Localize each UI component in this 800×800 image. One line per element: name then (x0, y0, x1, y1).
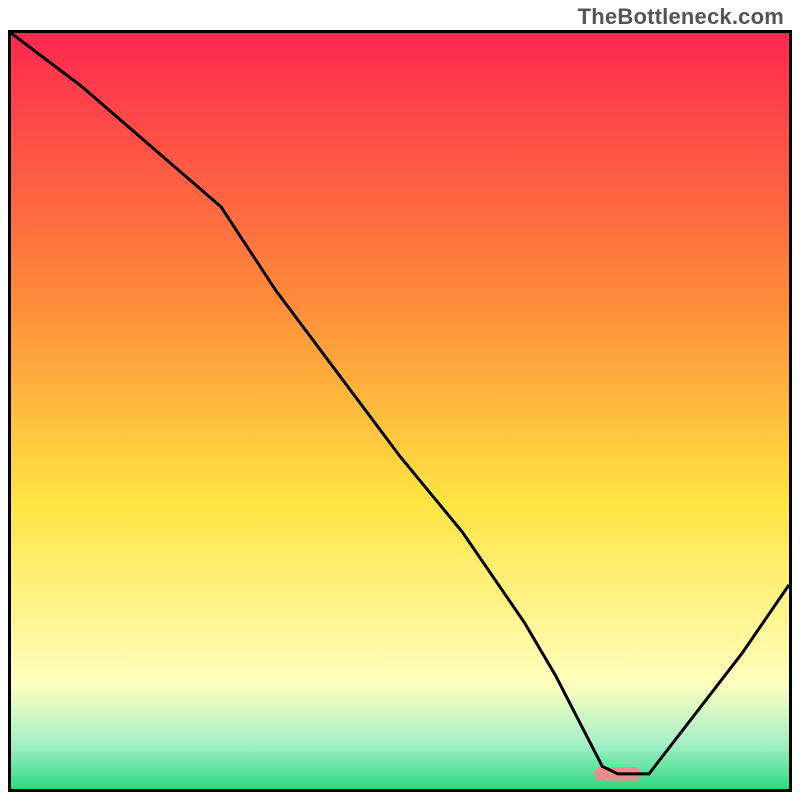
watermark-text: TheBottleneck.com (578, 4, 784, 30)
chart-frame (8, 30, 792, 792)
gradient-background (11, 33, 789, 789)
chart-plot (11, 33, 789, 789)
